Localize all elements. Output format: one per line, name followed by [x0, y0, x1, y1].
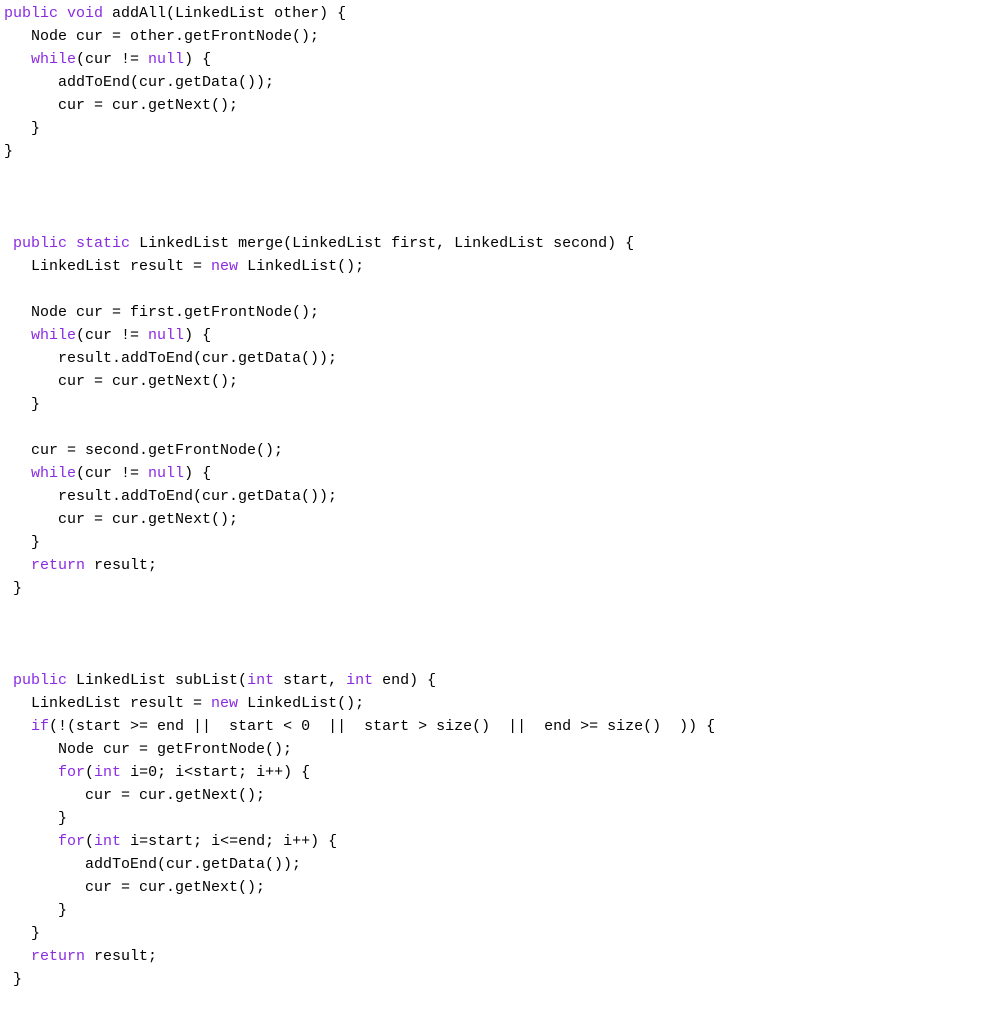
code-token: ; i<start; i++) {: [157, 764, 310, 781]
code-token: LinkedList();: [238, 695, 364, 712]
code-token: addToEnd(cur.getData());: [4, 856, 301, 873]
code-token: cur = cur.getNext();: [4, 879, 265, 896]
code-token: }: [4, 925, 40, 942]
code-token: [4, 672, 13, 689]
keyword-token: while: [31, 465, 76, 482]
code-token: start,: [274, 672, 346, 689]
code-token: }: [4, 810, 67, 827]
code-token: cur = cur.getNext();: [4, 373, 238, 390]
keyword-token: null: [148, 327, 184, 344]
keyword-token: new: [211, 258, 238, 275]
code-token: }: [4, 396, 40, 413]
code-token: LinkedList subList(: [67, 672, 247, 689]
keyword-token: return: [31, 948, 85, 965]
code-token: }: [4, 534, 40, 551]
keyword-token: for: [58, 764, 85, 781]
code-token: ) {: [184, 465, 211, 482]
code-token: }: [4, 902, 67, 919]
code-token: [67, 235, 76, 252]
keyword-token: null: [148, 465, 184, 482]
keyword-token: null: [148, 51, 184, 68]
keyword-token: public: [13, 235, 67, 252]
code-token: [4, 718, 31, 735]
code-token: [58, 5, 67, 22]
code-token: Node cur = first.getFrontNode();: [4, 304, 319, 321]
keyword-token: public: [13, 672, 67, 689]
code-token: cur = cur.getNext();: [4, 97, 238, 114]
keyword-token: int: [346, 672, 373, 689]
code-token: addAll(LinkedList other) {: [103, 5, 346, 22]
keyword-token: static: [76, 235, 130, 252]
code-token: i=: [121, 764, 148, 781]
keyword-token: int: [94, 833, 121, 850]
code-token: (cur !=: [76, 327, 148, 344]
code-token: ) {: [184, 327, 211, 344]
code-token: [4, 557, 31, 574]
code-token: LinkedList merge(LinkedList first, Linke…: [130, 235, 634, 252]
code-token: }: [4, 120, 40, 137]
code-token: }: [4, 580, 22, 597]
code-token: i=start; i<=end; i++) {: [121, 833, 337, 850]
number-token: 0: [148, 764, 157, 781]
code-token: || start > size() || end >= size() )) {: [310, 718, 715, 735]
code-token: cur = cur.getNext();: [4, 787, 265, 804]
code-block: public void addAll(LinkedList other) { N…: [0, 0, 990, 991]
code-token: [4, 51, 31, 68]
code-token: }: [4, 143, 13, 160]
keyword-token: void: [67, 5, 103, 22]
code-token: [4, 327, 31, 344]
code-token: result;: [85, 557, 157, 574]
number-token: 0: [301, 718, 310, 735]
code-token: addToEnd(cur.getData());: [4, 74, 274, 91]
code-token: (!(start >= end || start <: [49, 718, 301, 735]
code-token: [4, 833, 58, 850]
code-token: LinkedList result =: [4, 695, 211, 712]
keyword-token: int: [247, 672, 274, 689]
code-token: LinkedList();: [238, 258, 364, 275]
keyword-token: while: [31, 51, 76, 68]
code-token: [4, 764, 58, 781]
code-token: [4, 465, 31, 482]
code-token: cur = second.getFrontNode();: [4, 442, 283, 459]
code-token: (cur !=: [76, 51, 148, 68]
code-token: result.addToEnd(cur.getData());: [4, 488, 337, 505]
keyword-token: if: [31, 718, 49, 735]
keyword-token: for: [58, 833, 85, 850]
keyword-token: return: [31, 557, 85, 574]
code-token: }: [4, 971, 22, 988]
keyword-token: while: [31, 327, 76, 344]
code-token: result.addToEnd(cur.getData());: [4, 350, 337, 367]
code-token: cur = cur.getNext();: [4, 511, 238, 528]
keyword-token: new: [211, 695, 238, 712]
code-token: [4, 235, 13, 252]
code-token: Node cur = other.getFrontNode();: [4, 28, 319, 45]
code-token: (cur !=: [76, 465, 148, 482]
keyword-token: public: [4, 5, 58, 22]
code-token: end) {: [373, 672, 436, 689]
keyword-token: int: [94, 764, 121, 781]
code-token: (: [85, 833, 94, 850]
code-token: result;: [85, 948, 157, 965]
code-token: Node cur = getFrontNode();: [4, 741, 292, 758]
code-token: (: [85, 764, 94, 781]
code-token: ) {: [184, 51, 211, 68]
code-token: [4, 948, 31, 965]
code-token: LinkedList result =: [4, 258, 211, 275]
